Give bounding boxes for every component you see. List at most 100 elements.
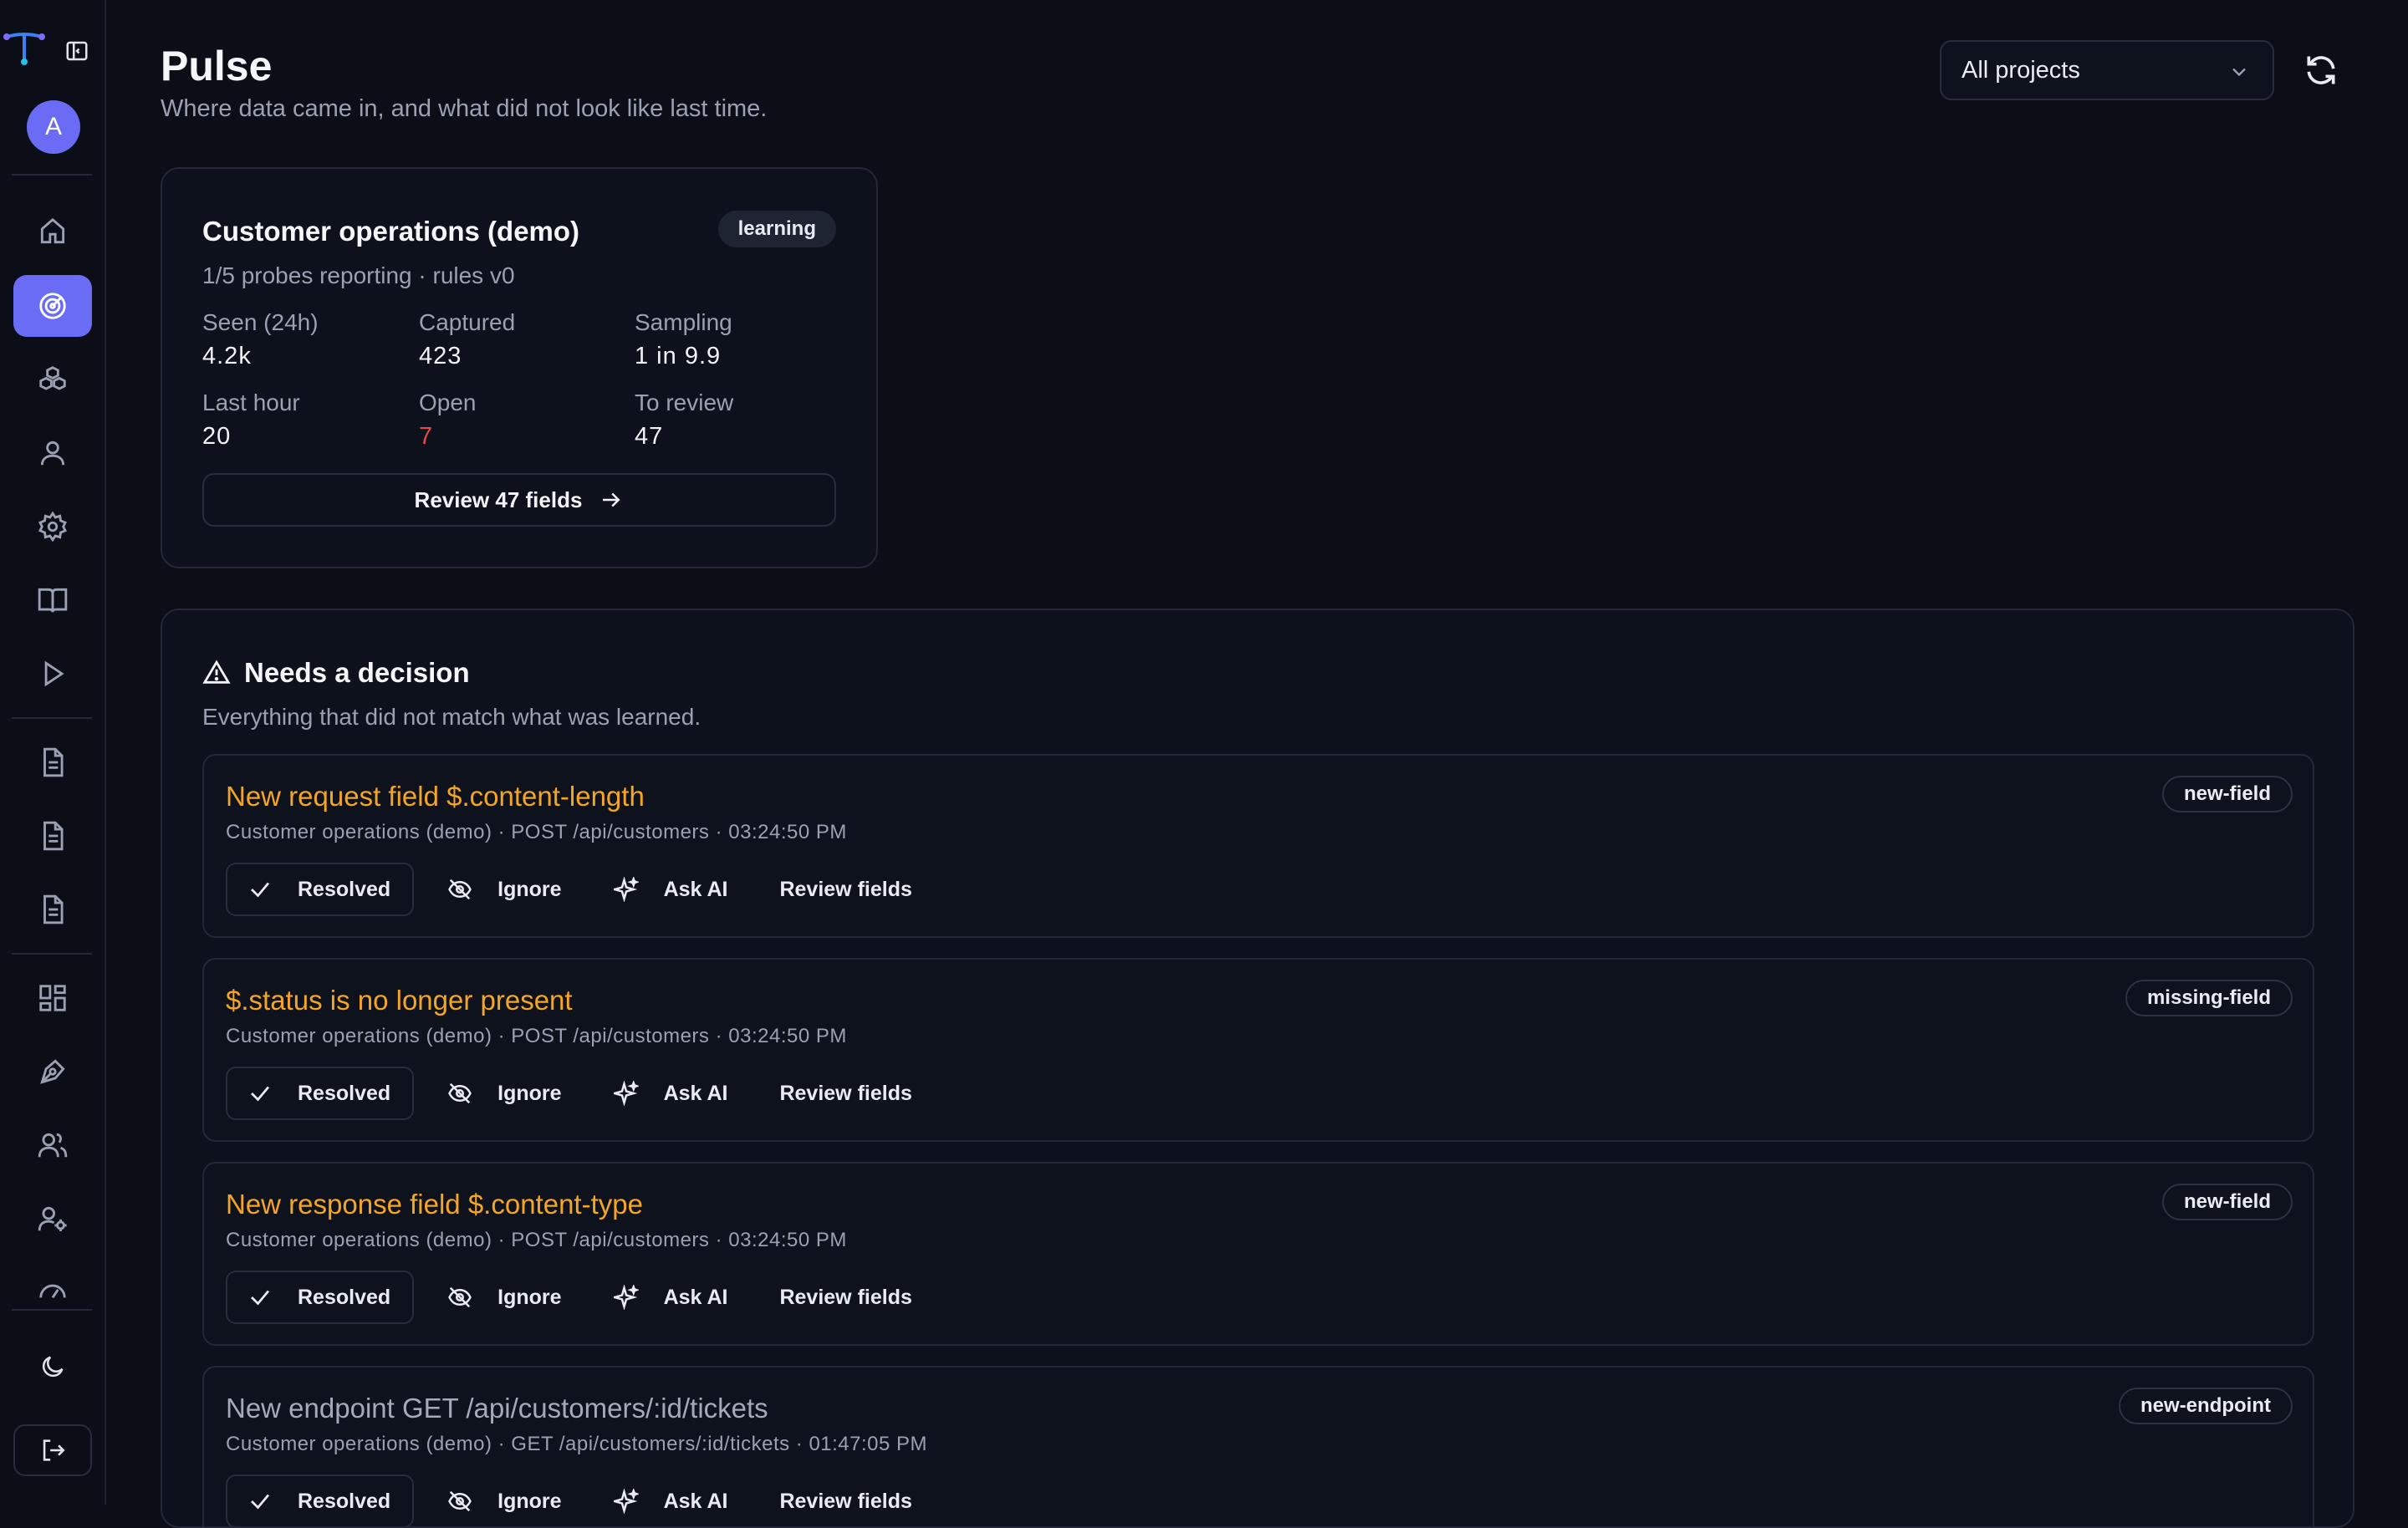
- project-card-title: Customer operations (demo): [202, 216, 580, 247]
- users-icon: [38, 1133, 68, 1158]
- avatar[interactable]: A: [27, 100, 80, 154]
- issue-actions: Resolved Ignore Ask AI Review fields: [226, 1067, 934, 1120]
- review-fields-link[interactable]: Review fields: [746, 1475, 933, 1526]
- nav-run[interactable]: [13, 643, 92, 705]
- stat-label: Seen (24h): [202, 309, 319, 335]
- resolved-button[interactable]: Resolved: [226, 1475, 415, 1526]
- ask-ai-button[interactable]: Ask AI: [580, 1067, 747, 1120]
- sparkles-icon: [613, 1489, 639, 1514]
- radar-icon: [39, 293, 66, 319]
- app-logo-icon[interactable]: [3, 28, 45, 67]
- theme-toggle[interactable]: [13, 1341, 92, 1393]
- stat-sampling: Sampling 1 in 9.9: [635, 309, 835, 370]
- issue-card[interactable]: $.status is no longer present Customer o…: [202, 958, 2314, 1142]
- user-icon: [40, 441, 65, 466]
- ask-ai-button[interactable]: Ask AI: [580, 1271, 747, 1324]
- issue-actions: Resolved Ignore Ask AI Review fields: [226, 1271, 934, 1324]
- issue-card[interactable]: New request field $.content-length Custo…: [202, 754, 2314, 938]
- ignore-button[interactable]: Ignore: [414, 1475, 579, 1526]
- stat-open: Open 7: [419, 390, 620, 451]
- review-fields-link-label: Review fields: [779, 1081, 912, 1105]
- boxes-icon: [39, 366, 66, 390]
- nav-home[interactable]: [13, 201, 92, 262]
- stat-label: Sampling: [635, 309, 732, 335]
- stat-label: To review: [635, 390, 734, 415]
- ignore-button[interactable]: Ignore: [414, 863, 579, 916]
- ignore-label: Ignore: [497, 1081, 562, 1105]
- review-fields-link[interactable]: Review fields: [746, 1067, 933, 1120]
- resolved-button[interactable]: Resolved: [226, 1067, 415, 1120]
- resolved-button[interactable]: Resolved: [226, 1271, 415, 1324]
- issue-meta: Customer operations (demo) · GET /api/cu…: [226, 1433, 928, 1455]
- resolved-label: Resolved: [298, 1081, 391, 1105]
- review-fields-label: Review 47 fields: [414, 486, 583, 512]
- home-icon: [40, 217, 65, 244]
- issue-actions: Resolved Ignore Ask AI Review fields: [226, 863, 934, 916]
- nav-report-3[interactable]: [13, 879, 92, 940]
- check-icon: [251, 882, 270, 898]
- issue-tag: new-field: [2161, 776, 2293, 812]
- divider: [12, 1309, 92, 1311]
- pen-icon: [40, 1059, 65, 1084]
- ask-ai-label: Ask AI: [663, 877, 728, 901]
- page-title: Pulse: [161, 43, 273, 89]
- ignore-button[interactable]: Ignore: [414, 1067, 579, 1120]
- logout-button[interactable]: [13, 1424, 92, 1476]
- nav-settings[interactable]: [13, 496, 92, 558]
- nav-pulse[interactable]: [13, 275, 92, 337]
- nav-docs[interactable]: [13, 569, 92, 631]
- collapse-sidebar-icon[interactable]: [64, 38, 90, 64]
- stat-value: 20: [202, 423, 232, 450]
- stat-label: Captured: [419, 309, 516, 335]
- nav-components[interactable]: [13, 349, 92, 410]
- user-gear-icon: [38, 1206, 67, 1232]
- nav-report-2[interactable]: [13, 805, 92, 867]
- needs-decision-panel: Needs a decision Everything that did not…: [161, 609, 2354, 1528]
- document-icon: [43, 894, 64, 924]
- nav-speed[interactable]: [13, 1261, 92, 1303]
- resolved-button[interactable]: Resolved: [226, 863, 415, 916]
- gear-icon: [38, 511, 67, 542]
- eye-off-icon: [448, 1490, 472, 1512]
- chevron-down-icon: [2232, 68, 2246, 77]
- ask-ai-button[interactable]: Ask AI: [580, 1475, 747, 1526]
- project-card-subtitle: 1/5 probes reporting · rules v0: [202, 262, 515, 288]
- nav-profile[interactable]: [13, 422, 92, 484]
- ignore-button[interactable]: Ignore: [414, 1271, 579, 1324]
- project-select-value: All projects: [1962, 56, 2080, 84]
- issue-title[interactable]: New endpoint GET /api/customers/:id/tick…: [226, 1393, 768, 1424]
- ignore-label: Ignore: [497, 1489, 562, 1513]
- stat-value: 7: [419, 423, 434, 450]
- stat-label: Last hour: [202, 390, 300, 415]
- divider: [12, 174, 92, 176]
- stat-captured: Captured 423: [419, 309, 620, 370]
- gauge-icon: [39, 1284, 66, 1299]
- nav-design[interactable]: [13, 1041, 92, 1103]
- grid-icon: [39, 985, 66, 1011]
- sparkles-icon: [613, 1081, 639, 1106]
- issue-card[interactable]: New response field $.content-type Custom…: [202, 1162, 2314, 1346]
- project-select[interactable]: All projects: [1940, 40, 2274, 100]
- nav-dashboard[interactable]: [13, 967, 92, 1029]
- issue-title[interactable]: New response field $.content-type: [226, 1189, 643, 1220]
- warning-icon: [202, 660, 231, 684]
- nav-team[interactable]: [13, 1114, 92, 1176]
- nav-report-1[interactable]: [13, 731, 92, 793]
- refresh-icon[interactable]: [2303, 52, 2339, 89]
- issue-title[interactable]: $.status is no longer present: [226, 985, 573, 1016]
- review-fields-button[interactable]: Review 47 fields: [202, 473, 836, 527]
- ignore-label: Ignore: [497, 877, 562, 901]
- review-fields-link-label: Review fields: [779, 1489, 912, 1513]
- review-fields-link[interactable]: Review fields: [746, 863, 933, 916]
- issue-card[interactable]: New endpoint GET /api/customers/:id/tick…: [202, 1366, 2314, 1526]
- review-fields-link-label: Review fields: [779, 1285, 912, 1309]
- nav-user-settings[interactable]: [13, 1188, 92, 1250]
- arrow-right-icon: [603, 492, 620, 507]
- issue-title[interactable]: New request field $.content-length: [226, 781, 645, 812]
- review-fields-link[interactable]: Review fields: [746, 1271, 933, 1324]
- panel-subtitle: Everything that did not match what was l…: [202, 704, 701, 730]
- ask-ai-button[interactable]: Ask AI: [580, 863, 747, 916]
- ignore-label: Ignore: [497, 1285, 562, 1309]
- stat-value: 423: [419, 343, 462, 369]
- resolved-label: Resolved: [298, 877, 391, 901]
